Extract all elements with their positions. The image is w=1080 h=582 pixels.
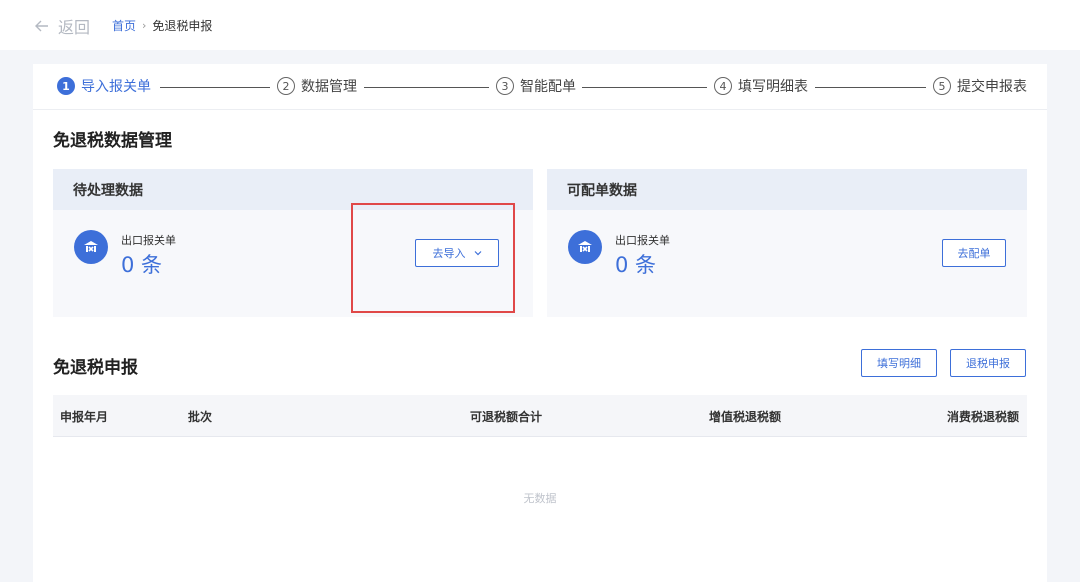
breadcrumb: 首页 › 免退税申报 (112, 17, 212, 34)
step-data-management[interactable]: 2 数据管理 (277, 76, 357, 96)
top-bar: 返回 首页 › 免退税申报 (0, 0, 1080, 50)
matchable-count: 0 条 (615, 253, 657, 277)
highlight-box (351, 203, 515, 313)
tax-refund-button[interactable]: 退税申报 (950, 349, 1026, 377)
data-section-title: 免退税数据管理 (53, 131, 172, 151)
step-connector (582, 87, 707, 88)
column-header[interactable]: 批次 (188, 408, 212, 425)
breadcrumb-home[interactable]: 首页 (112, 17, 136, 34)
match-button-label: 去配单 (957, 247, 991, 260)
column-header[interactable]: 增值税退税额 (709, 408, 781, 425)
column-header[interactable]: 申报年月 (60, 408, 108, 425)
back-button[interactable]: 返回 (34, 14, 90, 38)
tax-refund-label: 退税申报 (966, 357, 1010, 370)
back-label: 返回 (58, 18, 91, 37)
step-connector (160, 87, 270, 88)
customs-declaration-icon (568, 230, 602, 264)
step-submit[interactable]: 5 提交申报表 (933, 76, 1027, 96)
breadcrumb-current: 免退税申报 (152, 19, 213, 33)
step-connector (364, 87, 489, 88)
fill-detail-button[interactable]: 填写明细 (861, 349, 937, 377)
customs-declaration-icon (74, 230, 108, 264)
step-smart-matching[interactable]: 3 智能配单 (496, 76, 576, 96)
matchable-panel-title: 可配单数据 (547, 169, 1027, 210)
matchable-item-label: 出口报关单 (615, 234, 670, 247)
step-fill-detail[interactable]: 4 填写明细表 (714, 76, 808, 96)
arrow-left-icon (35, 20, 48, 32)
step-connector (815, 87, 926, 88)
step-import[interactable]: 1 导入报关单 (57, 76, 151, 96)
column-header[interactable]: 消费税退税额 (947, 408, 1019, 425)
pending-item-label: 出口报关单 (121, 234, 176, 247)
step-number-icon: 5 (933, 77, 951, 95)
main-card: 1 导入报关单 2 数据管理 3 智能配单 4 填写明细表 5 提交申报表 免退… (33, 64, 1047, 582)
step-label: 智能配单 (520, 79, 576, 95)
fill-detail-label: 填写明细 (877, 357, 921, 370)
step-label: 提交申报表 (957, 79, 1027, 95)
pending-count: 0 条 (121, 253, 163, 277)
column-header[interactable]: 可退税额合计 (470, 408, 542, 425)
step-number-icon: 3 (496, 77, 514, 95)
match-button[interactable]: 去配单 (942, 239, 1006, 267)
step-number-icon: 4 (714, 77, 732, 95)
empty-state-text: 无数据 (523, 492, 557, 505)
table-header: 申报年月 批次 可退税额合计 增值税退税额 消费税退税额 (53, 395, 1027, 437)
step-label: 导入报关单 (81, 79, 151, 95)
step-number-icon: 1 (57, 77, 75, 95)
breadcrumb-separator: › (142, 19, 147, 32)
declaration-section-title: 免退税申报 (53, 358, 138, 378)
step-label: 数据管理 (301, 79, 357, 95)
step-label: 填写明细表 (738, 79, 808, 95)
step-bar: 1 导入报关单 2 数据管理 3 智能配单 4 填写明细表 5 提交申报表 (33, 64, 1047, 110)
matchable-data-panel: 可配单数据 出口报关单 0 条 去配单 (547, 169, 1027, 317)
step-number-icon: 2 (277, 77, 295, 95)
